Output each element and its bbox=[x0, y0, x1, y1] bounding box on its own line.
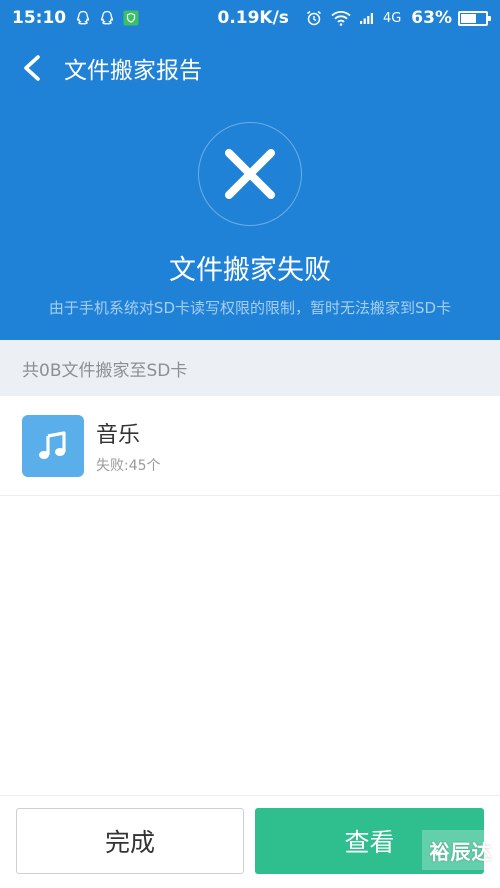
result-description: 由于手机系统对SD卡读写权限的限制，暂时无法搬家到SD卡 bbox=[48, 299, 452, 317]
close-icon bbox=[225, 149, 275, 199]
result-title: 文件搬家失败 bbox=[169, 255, 331, 286]
page-title: 文件搬家报告 bbox=[64, 58, 202, 84]
music-category-tile bbox=[22, 414, 84, 477]
toolbar: 文件搬家报告 bbox=[0, 38, 500, 98]
signal-icon bbox=[359, 11, 375, 25]
status-time: 15:10 bbox=[12, 8, 67, 28]
list-item-status: 失败:45个 bbox=[96, 457, 161, 474]
report-header: 15:10 0.19K/s 4G 63% 文件搬家报告 文件搬家失败 由于手机系… bbox=[0, 0, 500, 340]
qq-icon bbox=[98, 9, 116, 27]
music-note-icon bbox=[39, 430, 66, 459]
battery-icon bbox=[458, 10, 491, 26]
network-speed: 0.19K/s bbox=[217, 8, 289, 28]
list-item-text: 音乐 失败:45个 bbox=[96, 417, 161, 475]
back-arrow-icon bbox=[24, 55, 40, 81]
list-item-name: 音乐 bbox=[96, 422, 141, 448]
app-root: 15:10 0.19K/s 4G 63% 文件搬家报告 文件搬家失败 由于手机系… bbox=[0, 0, 500, 888]
battery-percent: 63% bbox=[411, 8, 452, 28]
qq-icon bbox=[74, 9, 92, 27]
failure-badge bbox=[198, 122, 302, 226]
shield-app-icon bbox=[122, 9, 140, 27]
move-summary: 共0B文件搬家至SD卡 bbox=[0, 340, 500, 396]
list-item[interactable]: 音乐 失败:45个 bbox=[0, 396, 500, 496]
done-button[interactable]: 完成 bbox=[16, 808, 244, 874]
alarm-icon bbox=[305, 9, 323, 27]
battery-level bbox=[461, 13, 477, 23]
back-button[interactable] bbox=[4, 38, 60, 98]
wifi-icon bbox=[331, 10, 351, 26]
network-type: 4G bbox=[382, 10, 402, 26]
status-bar: 15:10 0.19K/s 4G 63% bbox=[0, 0, 500, 36]
watermark: 裕辰达 bbox=[422, 830, 500, 870]
